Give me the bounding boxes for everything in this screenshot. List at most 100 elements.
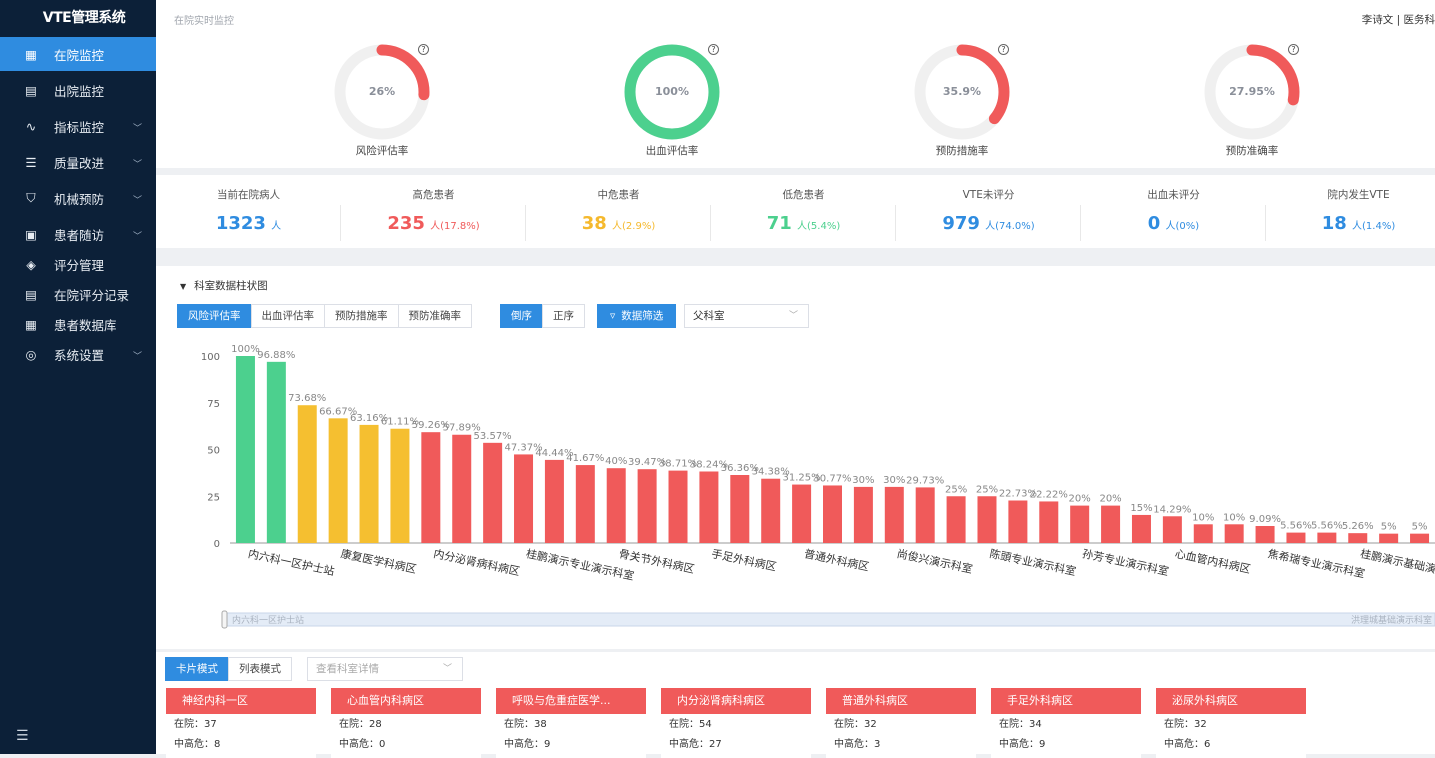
bar-10[interactable] [544, 459, 564, 543]
stat-value-row: 979 人(74.0%) [896, 213, 1081, 234]
bar-19[interactable] [823, 485, 842, 543]
bar-2[interactable] [297, 405, 317, 543]
gauge-value: 35.9% [942, 85, 982, 98]
bar-9[interactable] [514, 454, 534, 543]
chart-section-title[interactable]: ▼ 科室数据柱状图 [180, 278, 268, 293]
sidebar-item-6[interactable]: ◈ 评分管理 [0, 247, 156, 281]
x-tick-label-2: 内分泌肾病科病区 [432, 546, 521, 578]
bar-24[interactable] [977, 496, 997, 543]
sidebar-item-5[interactable]: ▣ 患者随访 ﹀ [0, 217, 156, 251]
bar-37[interactable] [1379, 533, 1399, 543]
y-tick-label: 75 [207, 399, 220, 410]
sidebar-item-9[interactable]: ◎ 系统设置 ﹀ [0, 337, 156, 371]
stat-value: 235 [387, 213, 425, 234]
bar-13[interactable] [637, 469, 657, 543]
tab-view-0[interactable]: 卡片模式 [165, 657, 229, 681]
tab-order-0[interactable]: 倒序 [500, 304, 543, 328]
tab-metric-0[interactable]: 风险评估率 [177, 304, 252, 328]
bar-25[interactable] [1008, 500, 1028, 543]
sidebar-item-1[interactable]: ▤ 出院监控 [0, 73, 156, 107]
dept-card-6[interactable]: 泌尿外科病区 在院：32 中高危：6 [1156, 688, 1306, 758]
bar-36[interactable] [1348, 533, 1368, 543]
tab-metric-3[interactable]: 预防准确率 [397, 304, 472, 328]
zoom-slider-track[interactable] [223, 612, 1435, 627]
zoom-slider-handle-left[interactable] [221, 610, 228, 629]
bar-18[interactable] [792, 484, 812, 543]
bar-21[interactable] [884, 486, 904, 543]
sidebar: VTE管理系统 ▦ 在院监控 ▤ 出院监控 ∿ 指标监控 ﹀ ☰ 质量改进 ﹀ ⛉ 机械预防 ﹀ ▣ 患者随… [0, 0, 156, 754]
bar-5[interactable] [390, 428, 410, 543]
sidebar-item-8[interactable]: ▦ 患者数据库 [0, 307, 156, 341]
bar-23[interactable] [946, 496, 966, 543]
question-icon[interactable]: ? [998, 44, 1009, 55]
bar-7[interactable] [452, 434, 472, 543]
bar-35[interactable] [1317, 532, 1337, 543]
sidebar-item-3[interactable]: ☰ 质量改进 ﹀ [0, 145, 156, 179]
dept-card-title: 心血管内科病区 [331, 688, 481, 714]
bar-31[interactable] [1193, 524, 1213, 543]
bar-6[interactable] [421, 432, 441, 543]
bar-value-label-36: 5.26% [1342, 521, 1374, 532]
gauge-label: 预防准确率 [1225, 145, 1279, 157]
bar-11[interactable] [575, 465, 595, 543]
bar-20[interactable] [853, 486, 873, 543]
sidebar-item-7[interactable]: ▤ 在院评分记录 [0, 277, 156, 311]
x-tick-label-5: 手足外科病区 [710, 546, 777, 573]
bar-26[interactable] [1039, 501, 1059, 543]
stat-value-row: 71 人(5.4%) [711, 213, 896, 234]
settings-monitor-icon: ◎ [25, 346, 37, 362]
bar-27[interactable] [1070, 505, 1090, 543]
sidebar-item-4[interactable]: ⛉ 机械预防 ﹀ [0, 181, 156, 215]
stat-pct: (0%) [1175, 221, 1200, 232]
question-icon[interactable]: ? [708, 44, 719, 55]
bar-1[interactable] [266, 361, 286, 543]
bar-4[interactable] [359, 424, 379, 543]
bar-16[interactable] [730, 475, 750, 543]
menu-fold-icon[interactable]: ☰ [16, 728, 29, 744]
user-info[interactable]: 李诗文 | 医务科 [1362, 12, 1435, 27]
tab-metric-1[interactable]: 出血评估率 [250, 304, 325, 328]
dept-detail-placeholder: 查看科室详情 [316, 663, 379, 675]
gauge-label: 出血评估率 [645, 145, 699, 157]
dept-detail-select[interactable]: 查看科室详情 ﹀ [307, 657, 463, 681]
dept-card-title: 呼吸与危重症医学... [496, 688, 646, 714]
data-filter-button[interactable]: ▿ 数据筛选 [597, 304, 677, 328]
bar-value-label-23: 25% [945, 484, 967, 495]
dept-select[interactable]: 父科室 ﹀ [684, 304, 809, 328]
bar-33[interactable] [1255, 526, 1275, 543]
question-icon[interactable]: ? [418, 44, 429, 55]
stat-1: 高危患者 235 人(17.8%) [341, 175, 526, 248]
bar-14[interactable] [668, 470, 688, 543]
dept-card-5[interactable]: 手足外科病区 在院：34 中高危：9 [991, 688, 1141, 758]
sidebar-item-0[interactable]: ▦ 在院监控 [0, 37, 156, 71]
bar-8[interactable] [483, 442, 503, 543]
question-icon[interactable]: ? [1288, 44, 1299, 55]
database-icon: ▦ [25, 316, 37, 332]
tab-order-1[interactable]: 正序 [542, 304, 585, 328]
bar-3[interactable] [328, 418, 348, 543]
bar-0[interactable] [235, 356, 255, 543]
dept-card-risk: 中高危：9 [504, 739, 551, 750]
sidebar-item-2[interactable]: ∿ 指标监控 ﹀ [0, 109, 156, 143]
bar-29[interactable] [1131, 514, 1151, 543]
bar-12[interactable] [606, 468, 626, 543]
dept-card-1[interactable]: 心血管内科病区 在院：28 中高危：0 [331, 688, 481, 758]
bar-15[interactable] [699, 471, 719, 543]
dept-card-2[interactable]: 呼吸与危重症医学... 在院：38 中高危：9 [496, 688, 646, 758]
bar-34[interactable] [1286, 532, 1306, 543]
tab-view-1[interactable]: 列表模式 [228, 657, 292, 681]
dept-card-0[interactable]: 神经内科一区 在院：37 中高危：8 [166, 688, 316, 758]
gauge-1: 100% ? 出血评估率 [578, 40, 758, 165]
dept-card-4[interactable]: 普通外科病区 在院：32 中高危：3 [826, 688, 976, 758]
bar-32[interactable] [1224, 524, 1244, 543]
bar-38[interactable] [1410, 533, 1430, 543]
bar-22[interactable] [915, 487, 935, 543]
bar-30[interactable] [1162, 516, 1182, 543]
bar-28[interactable] [1101, 505, 1121, 543]
tab-metric-2[interactable]: 预防措施率 [324, 304, 399, 328]
dept-card-inpatients: 在院：54 [669, 719, 712, 730]
dept-card-3[interactable]: 内分泌肾病科病区 在院：54 中高危：27 [661, 688, 811, 758]
bar-17[interactable] [761, 478, 781, 543]
main-content: 在院实时监控 李诗文 | 医务科 26% ? 风险评估率 100% ? 出血评估… [156, 0, 1435, 758]
stat-value-row: 18 人(1.4%) [1266, 213, 1435, 234]
